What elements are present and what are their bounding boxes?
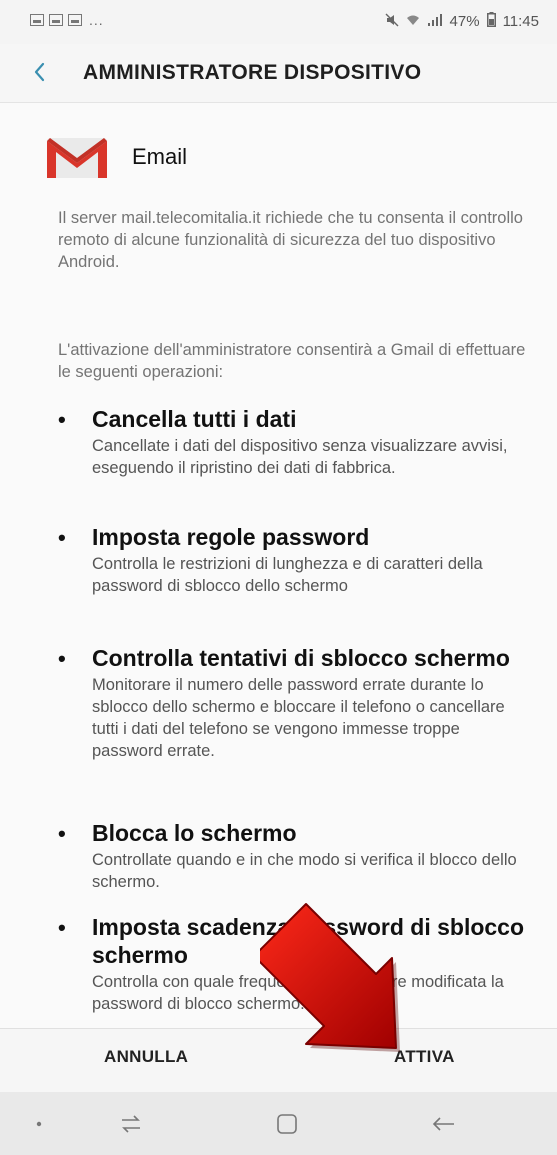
permission-title: Controlla tentativi di sblocco schermo (92, 645, 510, 671)
permission-description: Monitorare il numero delle password erra… (92, 676, 505, 760)
permission-description: Controlla le restrizioni di lunghezza e … (92, 555, 483, 595)
page-title: AMMINISTRATORE DISPOSITIVO (83, 61, 422, 84)
email-notification-icon (49, 14, 63, 26)
permission-item: • Controlla tentativi di sblocco schermo… (58, 644, 528, 762)
app-bar: AMMINISTRATORE DISPOSITIVO (0, 44, 557, 103)
bullet: • (58, 407, 66, 432)
back-arrow-icon (432, 1117, 454, 1131)
bullet: • (58, 525, 66, 550)
cancel-button[interactable]: ANNULLA (104, 1047, 188, 1067)
permission-title: Cancella tutti i dati (92, 406, 297, 432)
permission-description: Cancellate i dati del dispositivo senza … (92, 437, 508, 477)
status-bar: ... 47% 11:45 (0, 0, 557, 44)
recent-apps-icon (122, 1115, 140, 1133)
bullet: • (58, 646, 66, 671)
more-notifications-indicator: ... (89, 12, 104, 28)
home-icon (277, 1114, 297, 1134)
permission-title: Imposta regole password (92, 524, 370, 550)
permission-item: • Imposta regole password Controlla le r… (58, 523, 528, 597)
nav-dot-icon (24, 1112, 54, 1136)
gmail-icon (47, 138, 107, 178)
permission-title: Blocca lo schermo (92, 820, 297, 846)
description-text: Il server mail.telecomitalia.it richiede… (58, 209, 523, 271)
clock: 11:45 (502, 13, 539, 30)
back-nav-button[interactable] (428, 1112, 458, 1136)
device-admin-content[interactable]: Email Il server mail.telecomitalia.it ri… (0, 103, 557, 1028)
back-button[interactable] (26, 58, 54, 86)
gallery-icon (30, 14, 44, 26)
recent-apps-button[interactable] (116, 1112, 146, 1136)
bullet: • (58, 821, 66, 846)
chevron-left-icon (34, 62, 45, 82)
app-name: Email (132, 144, 188, 169)
notification-icons: ... (30, 12, 104, 28)
permission-item: • Cancella tutti i dati Cancellate i dat… (58, 405, 528, 479)
home-button[interactable] (273, 1112, 303, 1136)
battery-percentage: 47% (449, 13, 480, 30)
system-status: 47% 11:45 (385, 12, 539, 31)
activation-text: L'attivazione dell'amministratore consen… (58, 341, 526, 381)
app-header: Email (46, 135, 187, 179)
signal-icon (427, 13, 443, 30)
permission-description: Controllate quando e in che modo si veri… (92, 851, 517, 891)
battery-icon (486, 12, 496, 31)
bullet: • (58, 915, 66, 940)
wifi-icon (406, 14, 420, 29)
red-arrow-icon (260, 903, 400, 1052)
permission-item: • Blocca lo schermo Controllate quando e… (58, 819, 528, 893)
mute-icon (385, 13, 399, 30)
system-navigation-bar (0, 1092, 557, 1155)
email-notification-icon (68, 14, 82, 26)
